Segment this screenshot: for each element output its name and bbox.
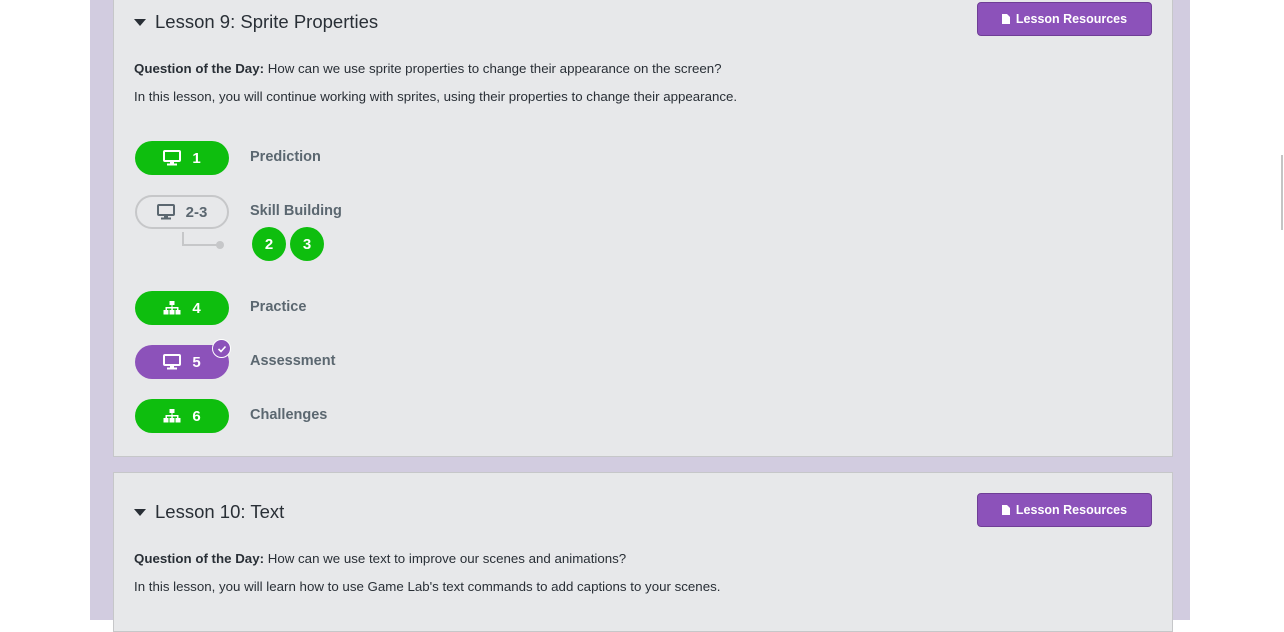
question-text: How can we use sprite properties to chan… <box>264 61 722 76</box>
sitemap-icon <box>163 408 181 424</box>
question-label: Question of the Day: <box>134 551 265 566</box>
lesson-card-10: Lesson 10: Text Lesson Resources Questio… <box>113 472 1173 632</box>
lesson-description: In this lesson, you will learn how to us… <box>134 579 721 594</box>
level-bubble-4[interactable]: 4 <box>135 291 229 325</box>
lesson-resources-label: Lesson Resources <box>1015 12 1128 26</box>
level-bubble-5[interactable]: 5 <box>135 339 231 379</box>
caret-down-icon <box>134 19 146 26</box>
level-label-2-3[interactable]: Skill Building <box>250 203 342 219</box>
lesson-card-9: Lesson 9: Sprite Properties Lesson Resou… <box>113 0 1173 457</box>
question-of-the-day: Question of the Day: How can we use text… <box>134 551 626 566</box>
question-label: Question of the Day: <box>134 61 265 76</box>
lesson-header-toggle[interactable]: Lesson 9: Sprite Properties <box>134 11 378 33</box>
file-icon <box>1001 14 1010 24</box>
level-number: 5 <box>192 353 201 371</box>
lesson-resources-button[interactable]: Lesson Resources <box>977 493 1152 527</box>
level-bubble-6[interactable]: 6 <box>135 399 229 433</box>
level-number: 6 <box>192 407 201 425</box>
level-label-1[interactable]: Prediction <box>250 149 321 165</box>
scrollbar-thumb[interactable] <box>1281 155 1283 230</box>
check-icon <box>212 339 231 358</box>
desktop-icon <box>163 150 182 166</box>
caret-down-icon <box>134 509 146 516</box>
sublevel-bubble-2[interactable]: 2 <box>252 227 286 261</box>
lesson-resources-button[interactable]: Lesson Resources <box>977 2 1152 36</box>
level-label-6[interactable]: Challenges <box>250 407 327 423</box>
level-number: 2-3 <box>185 203 208 221</box>
level-bubble-1[interactable]: 1 <box>135 141 229 175</box>
level-number: 4 <box>192 299 201 317</box>
lesson-resources-label: Lesson Resources <box>1015 503 1128 517</box>
level-label-5[interactable]: Assessment <box>250 353 335 369</box>
sublevel-bubble-3[interactable]: 3 <box>290 227 324 261</box>
file-icon <box>1001 505 1010 515</box>
question-text: How can we use text to improve our scene… <box>264 551 627 566</box>
desktop-icon <box>156 204 175 220</box>
desktop-icon <box>163 354 182 370</box>
level-bubble-2-3[interactable]: 2-3 <box>135 195 229 229</box>
lesson-title: Lesson 9: Sprite Properties <box>155 11 379 32</box>
question-of-the-day: Question of the Day: How can we use spri… <box>134 61 722 76</box>
sublevel-connector <box>182 232 224 249</box>
sitemap-icon <box>163 300 181 316</box>
lesson-description: In this lesson, you will continue workin… <box>134 89 738 104</box>
lesson-title: Lesson 10: Text <box>155 501 285 522</box>
level-number: 1 <box>192 149 201 167</box>
lesson-header-toggle[interactable]: Lesson 10: Text <box>134 501 284 523</box>
level-label-4[interactable]: Practice <box>250 299 306 315</box>
